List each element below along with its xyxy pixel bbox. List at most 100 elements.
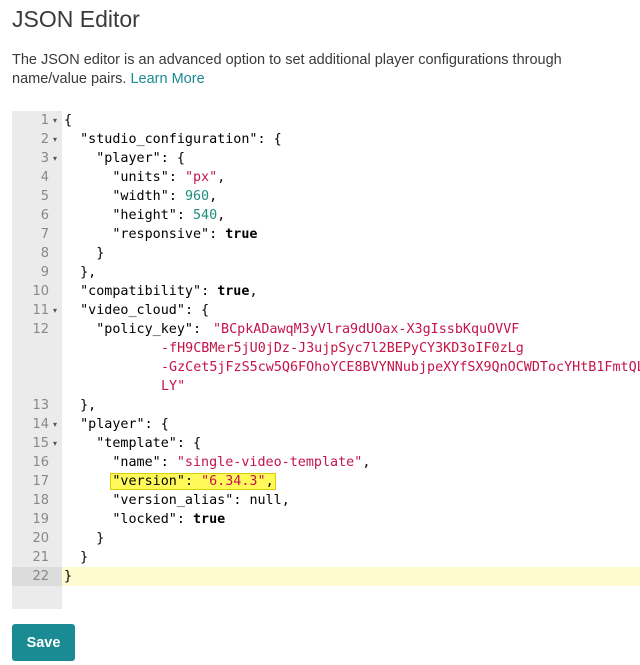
fold-toggle-icon[interactable]: ▾ — [53, 415, 57, 434]
code-text: "player": { — [80, 417, 169, 432]
line-number-label: 9 — [40, 265, 49, 280]
code-line[interactable]: 5 "width": 960, — [12, 187, 640, 206]
line-number: 16 — [12, 453, 62, 472]
line-number-label: 12 — [32, 322, 49, 337]
line-number: 6 — [12, 206, 62, 225]
line-number: 19 — [12, 510, 62, 529]
code-text: { — [64, 113, 73, 128]
code-line[interactable]: 15 ▾ "template": { — [12, 434, 640, 453]
line-number-label: 15 — [32, 436, 49, 451]
code-line[interactable]: 20 } — [12, 529, 640, 548]
code-line[interactable]: 6 "height": 540, — [12, 206, 640, 225]
code-line[interactable]: 13 }, — [12, 396, 640, 415]
line-number: 9 — [12, 263, 62, 282]
code-line[interactable]: 21 } — [12, 548, 640, 567]
line-number-label: 4 — [40, 170, 49, 185]
description-text: The JSON editor is an advanced option to… — [12, 51, 612, 89]
line-number-label: 8 — [40, 246, 49, 261]
line-number: 1 ▾ — [12, 111, 62, 130]
line-number: 10 — [12, 282, 62, 301]
fold-toggle-icon[interactable]: ▾ — [53, 149, 57, 168]
line-number-label: 19 — [32, 512, 49, 527]
code-lines[interactable]: 1 ▾{2 ▾ "studio_configuration": {3 ▾ "playe… — [12, 111, 640, 586]
line-number: 14 ▾ — [12, 415, 62, 434]
code-line[interactable]: 2 ▾ "studio_configuration": { — [12, 130, 640, 149]
line-number-label: 17 — [32, 474, 49, 489]
line-number-label: 13 — [32, 398, 49, 413]
code-text: "version": "6.34.3", — [64, 472, 276, 491]
code-line[interactable]: 17 "version": "6.34.3", — [12, 472, 640, 491]
code-text: "player": { — [96, 151, 185, 166]
code-line[interactable]: 11 ▾ "video_cloud": { — [12, 301, 640, 320]
fold-toggle-icon[interactable]: ▾ — [53, 434, 57, 453]
code-text: "version_alias": null, — [112, 493, 290, 508]
description-body: The JSON editor is an advanced option to… — [12, 52, 562, 87]
code-text: "locked": true — [112, 512, 226, 527]
code-text: "policy_key": — [96, 322, 210, 337]
line-number: 2 ▾ — [12, 130, 62, 149]
policy-key-segment: "BCpkADawqM3yVlra9dUOax-X3gIssbKquOVVF — [213, 322, 520, 337]
policy-key-segment: LY" — [161, 379, 186, 394]
code-text: "width": 960, — [112, 189, 218, 204]
line-number: 15 ▾ — [12, 434, 62, 453]
line-number: 3 ▾ — [12, 149, 62, 168]
code-text: "height": 540, — [112, 208, 226, 223]
line-number: 13 — [12, 396, 62, 415]
policy-key-segment: -GzCet5jFzS5cw5Q6FOhoYCE8BVYNNubjpeXYfSX… — [161, 360, 640, 375]
page-title: JSON Editor — [12, 6, 140, 32]
line-number-label: 6 — [40, 208, 49, 223]
json-editor[interactable]: 1 ▾{2 ▾ "studio_configuration": {3 ▾ "playe… — [12, 111, 640, 609]
line-number: 5 — [12, 187, 62, 206]
line-number: 22 — [12, 567, 62, 586]
code-text: }, — [64, 398, 97, 413]
code-text: } — [64, 569, 73, 584]
fold-toggle-icon[interactable]: ▾ — [53, 130, 57, 149]
code-text: "template": { — [96, 436, 202, 451]
learn-more-link[interactable]: Learn More — [130, 71, 204, 87]
code-line[interactable]: 8 } — [12, 244, 640, 263]
line-number-label: 7 — [40, 227, 49, 242]
line-number: 11 ▾ — [12, 301, 62, 320]
line-number-label: 10 — [32, 284, 49, 299]
line-number-label: 3 — [40, 151, 49, 166]
policy-key-value: "BCpkADawqM3yVlra9dUOax-X3gIssbKquOVVF -f… — [161, 320, 640, 396]
code-line[interactable]: 1 ▾{ — [12, 111, 640, 130]
line-number: 21 — [12, 548, 62, 567]
code-line[interactable]: 7 "responsive": true — [12, 225, 640, 244]
code-text: "responsive": true — [112, 227, 258, 242]
code-line[interactable]: 9 }, — [12, 263, 640, 282]
line-number-label: 20 — [32, 531, 49, 546]
code-text: } — [64, 550, 89, 565]
code-line[interactable]: 22} — [12, 567, 640, 586]
code-line[interactable]: 16 "name": "single-video-template", — [12, 453, 640, 472]
line-number: 17 — [12, 472, 62, 491]
code-line[interactable]: 4 "units": "px", — [12, 168, 640, 187]
line-number: 4 — [12, 168, 62, 187]
code-text: "units": "px", — [112, 170, 226, 185]
code-text: } — [64, 246, 105, 261]
fold-toggle-icon[interactable]: ▾ — [53, 301, 57, 320]
code-line[interactable]: 10 "compatibility": true, — [12, 282, 640, 301]
fold-toggle-icon[interactable]: ▾ — [53, 111, 57, 130]
code-text: } — [64, 531, 105, 546]
code-line[interactable]: 14 ▾ "player": { — [12, 415, 640, 434]
code-text: "compatibility": true, — [80, 284, 258, 299]
line-number: 18 — [12, 491, 62, 510]
code-line[interactable]: 12 "policy_key": "BCpkADawqM3yVlra9dUOax… — [12, 320, 640, 396]
line-number-label: 11 — [32, 303, 49, 318]
line-number-label: 22 — [32, 569, 49, 584]
policy-key-segment: -fH9CBMer5jU0jDz-J3ujpSyc7l2BEPyCY3KD3oI… — [161, 341, 524, 356]
code-line[interactable]: 19 "locked": true — [12, 510, 640, 529]
line-number-label: 1 — [40, 113, 49, 128]
code-line[interactable]: 18 "version_alias": null, — [12, 491, 640, 510]
save-button[interactable]: Save — [12, 624, 75, 661]
code-text: "video_cloud": { — [80, 303, 210, 318]
line-number-label: 5 — [40, 189, 49, 204]
code-line[interactable]: 3 ▾ "player": { — [12, 149, 640, 168]
line-number-label: 2 — [40, 132, 49, 147]
code-text: }, — [64, 265, 97, 280]
line-number-label: 18 — [32, 493, 49, 508]
line-number: 20 — [12, 529, 62, 548]
search-highlight: "version": "6.34.3", — [110, 473, 276, 490]
line-number: 8 — [12, 244, 62, 263]
